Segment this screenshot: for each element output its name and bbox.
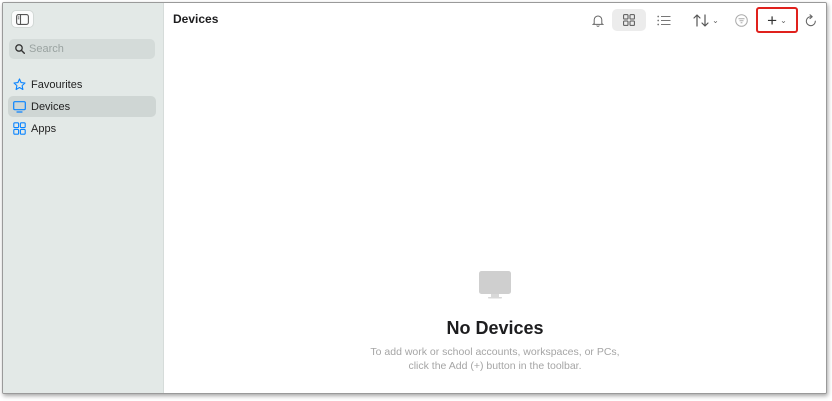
sidebar-nav: Favourites Devices Apps — [8, 74, 156, 140]
add-icon: + — [767, 10, 778, 30]
sort-icon — [693, 13, 709, 27]
apps-grid-icon — [12, 122, 26, 136]
grid-view-button[interactable] — [612, 9, 646, 31]
empty-state: No Devices To add work or school account… — [164, 271, 826, 373]
notifications-button[interactable] — [589, 9, 607, 31]
list-view-icon — [657, 15, 671, 25]
filter-icon — [734, 13, 748, 27]
sidebar-toggle-button[interactable] — [11, 10, 34, 28]
list-view-button[interactable] — [654, 9, 674, 31]
search-box[interactable] — [9, 39, 155, 59]
empty-state-title: No Devices — [446, 318, 544, 338]
search-icon — [15, 44, 25, 54]
bell-icon — [592, 15, 604, 27]
sidebar-item-label: Favourites — [31, 78, 83, 91]
grid-view-icon — [623, 14, 635, 26]
refresh-button[interactable] — [802, 9, 820, 31]
sidebar-item-label: Apps — [31, 122, 57, 135]
chevron-down-icon: ⌄ — [780, 15, 787, 25]
app-window: Favourites Devices — [2, 2, 827, 394]
sidebar-item-label: Devices — [31, 100, 71, 113]
sort-button[interactable]: ⌄ — [688, 9, 724, 31]
refresh-icon — [805, 13, 816, 26]
monitor-icon — [12, 100, 26, 114]
empty-state-message: To add work or school accounts, workspac… — [370, 346, 620, 358]
sidebar-item-favourites[interactable]: Favourites — [8, 74, 156, 95]
sidebar-toggle-icon — [16, 13, 29, 25]
main-content: Devices ⌄ + ⌄ No Devices To add work or … — [164, 3, 826, 393]
page-title: Devices — [173, 12, 219, 26]
filter-button[interactable] — [732, 9, 750, 31]
sidebar-item-devices[interactable]: Devices — [8, 96, 156, 117]
sidebar: Favourites Devices — [3, 3, 164, 393]
star-icon — [12, 78, 26, 92]
chevron-down-icon: ⌄ — [712, 15, 719, 25]
search-input[interactable] — [29, 43, 149, 55]
sidebar-item-apps[interactable]: Apps — [8, 118, 156, 139]
empty-state-message: click the Add (+) button in the toolbar. — [408, 360, 582, 372]
add-button[interactable]: + ⌄ — [756, 7, 798, 33]
monitor-icon — [479, 271, 511, 300]
